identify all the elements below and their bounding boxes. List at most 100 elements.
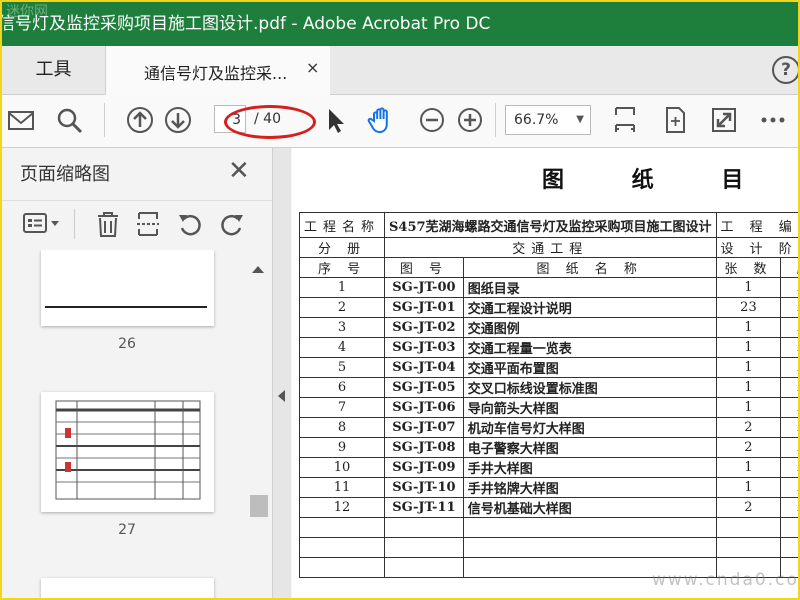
thumbnail-label: 26 — [118, 336, 136, 352]
project-number-label: 工 程 编 号 — [715, 212, 798, 238]
toolbar: 3 / 40 66.7% ▼ — [2, 95, 798, 148]
drawing-name: 信号机基础大样图 — [462, 497, 717, 518]
table-row: 4SG-JT-03交通工程量一览表1A3 — [298, 337, 798, 358]
scroll-up-icon[interactable] — [252, 266, 264, 273]
sheet-count: 2 — [715, 497, 782, 518]
sidebar-toolbar — [2, 200, 272, 247]
extract-page-icon[interactable] — [134, 210, 162, 238]
delete-page-icon[interactable] — [94, 210, 122, 238]
paper-size: A3 — [780, 497, 798, 518]
rotate-clockwise-icon[interactable] — [218, 210, 246, 238]
drawing-code: SG-JT-05 — [384, 377, 464, 398]
app-window: 迷你网 信号灯及监控采购项目施工图设计.pdf - Adobe Acrobat … — [0, 0, 800, 600]
header-no: 序 号 — [298, 257, 386, 278]
paper-size: A3 — [780, 277, 798, 298]
drawing-code: SG-JT-01 — [384, 297, 464, 318]
collapse-arrow-icon[interactable] — [278, 390, 285, 402]
panel-splitter[interactable] — [273, 148, 291, 598]
window-title: 信号灯及监控采购项目施工图设计.pdf - Adobe Acrobat Pro … — [2, 14, 491, 34]
next-page-icon[interactable] — [163, 105, 193, 135]
zoom-level-select[interactable]: 66.7% ▼ — [505, 105, 591, 135]
row-number: 4 — [298, 337, 386, 358]
drawing-name: 手井铭牌大样图 — [462, 477, 717, 498]
sheet-count: 2 — [715, 437, 782, 458]
help-icon[interactable]: ? — [772, 56, 798, 84]
drawing-name: 交通平面布置图 — [462, 357, 717, 378]
thumbnail-sidebar: 页面缩略图 ✕ 26 27 — [2, 148, 273, 598]
close-tab-icon[interactable]: × — [306, 58, 319, 77]
sidebar-title: 页面缩略图 — [20, 164, 110, 185]
table-row: 11SG-JT-10手井铭牌大样图1A3 — [298, 477, 798, 498]
previous-page-icon[interactable] — [125, 105, 155, 135]
row-number: 3 — [298, 317, 386, 338]
row-number: 2 — [298, 297, 386, 318]
page-thumbnail[interactable] — [41, 250, 214, 326]
page-count-highlight-oval — [224, 105, 316, 139]
tab-row: 工具 通信号灯及监控采... × ? — [2, 46, 798, 95]
sidebar-separator — [74, 209, 75, 239]
table-row: 1SG-JT-00图纸目录1A3 — [298, 277, 798, 298]
thumbnail-options-icon[interactable] — [22, 211, 62, 237]
drawing-name: 交叉口标线设置标准图 — [462, 377, 717, 398]
page-thumbnail[interactable] — [41, 392, 214, 512]
sheet-count: 1 — [715, 477, 782, 498]
project-name: S457芜湖海螺路交通信号灯及监控采购项目施工图设计 — [384, 212, 717, 238]
sheet-count: 23 — [715, 297, 782, 318]
more-options-icon[interactable] — [758, 105, 788, 135]
sheet-count: 1 — [715, 337, 782, 358]
paper-size: A3 — [780, 457, 798, 478]
row-number: 6 — [298, 377, 386, 398]
row-number: 10 — [298, 457, 386, 478]
drawing-name: 导向箭头大样图 — [462, 397, 717, 418]
paper-size: A3 — [780, 377, 798, 398]
rotate-counterclockwise-icon[interactable] — [176, 210, 204, 238]
zoom-in-icon[interactable] — [455, 105, 485, 135]
drawing-index-table: 工程名称 S457芜湖海螺路交通信号灯及监控采购项目施工图设计 工 程 编 号 … — [298, 212, 798, 578]
drawing-name: 交通工程量一览表 — [462, 337, 717, 358]
close-sidebar-icon[interactable]: ✕ — [228, 156, 250, 186]
search-icon[interactable] — [54, 105, 84, 135]
tab-document[interactable]: 通信号灯及监控采... × — [106, 46, 330, 95]
drawing-name: 交通工程设计说明 — [462, 297, 717, 318]
sheet-count: 1 — [715, 277, 782, 298]
full-screen-icon[interactable] — [709, 105, 739, 135]
drawing-name: 手井大样图 — [462, 457, 717, 478]
paper-size: A3 — [780, 477, 798, 498]
drawing-code: SG-JT-10 — [384, 477, 464, 498]
header-sheets: 张 数 — [715, 257, 782, 278]
sheet-count: 2 — [715, 417, 782, 438]
table-row: 7SG-JT-06导向箭头大样图1A3 — [298, 397, 798, 418]
site-watermark: www.cnda0.com — [652, 570, 799, 590]
fit-page-icon[interactable] — [660, 105, 690, 135]
chevron-down-icon: ▼ — [576, 114, 584, 125]
document-title: 图 纸 目 录 — [542, 167, 798, 193]
drawing-name: 图纸目录 — [462, 277, 717, 298]
drawing-code: SG-JT-11 — [384, 497, 464, 518]
page-thumbnail[interactable] — [41, 578, 214, 598]
thumbnail-label: 27 — [118, 522, 136, 538]
table-row: 9SG-JT-08电子警察大样图2A3 — [298, 437, 798, 458]
fit-width-icon[interactable] — [610, 105, 640, 135]
zoom-out-icon[interactable] — [417, 105, 447, 135]
header-size: 版 — [780, 257, 798, 278]
volume-label: 分 册 — [298, 237, 386, 258]
row-number: 7 — [298, 397, 386, 418]
drawing-code: SG-JT-07 — [384, 417, 464, 438]
sheet-count: 1 — [715, 317, 782, 338]
row-number: 5 — [298, 357, 386, 378]
row-number: 1 — [298, 277, 386, 298]
row-number: 12 — [298, 497, 386, 518]
drawing-code: SG-JT-06 — [384, 397, 464, 418]
email-icon[interactable] — [6, 105, 36, 135]
thumbnail-content — [55, 400, 201, 500]
title-bar: 迷你网 信号灯及监控采购项目施工图设计.pdf - Adobe Acrobat … — [2, 2, 798, 46]
table-row: 6SG-JT-05交叉口标线设置标准图1A3 — [298, 377, 798, 398]
tab-tools[interactable]: 工具 — [2, 46, 106, 94]
select-pointer-icon[interactable] — [320, 105, 350, 135]
sidebar-scrollbar-thumb[interactable] — [250, 495, 268, 517]
table-row-empty — [298, 537, 798, 558]
row-number: 9 — [298, 437, 386, 458]
drawing-name: 交通图例 — [462, 317, 717, 338]
drawing-code: SG-JT-09 — [384, 457, 464, 478]
hand-tool-icon[interactable] — [366, 105, 396, 135]
